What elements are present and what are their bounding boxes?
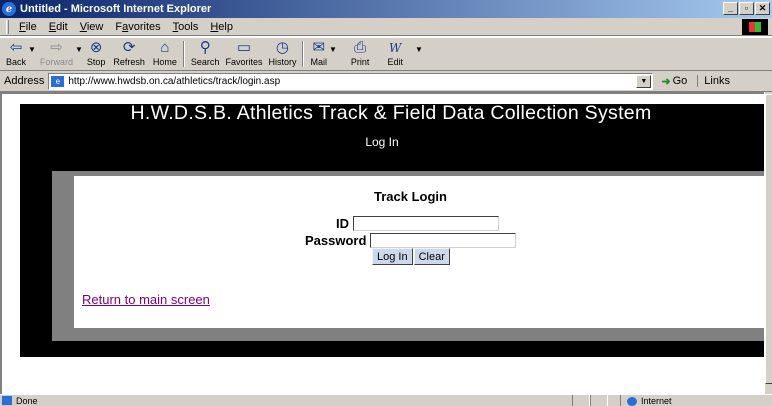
password-row: Password [305, 233, 517, 248]
history-icon: ◷ [275, 39, 290, 56]
id-input[interactable] [353, 216, 499, 231]
edit-dropdown-icon[interactable]: ▼ [415, 45, 423, 54]
mail-dropdown-icon[interactable]: ▼ [329, 45, 337, 54]
window-titlebar[interactable]: e Untitled - Microsoft Internet Explorer… [0, 0, 772, 18]
security-zone: Internet [620, 395, 770, 406]
address-dropdown-icon[interactable]: ▼ [636, 74, 652, 88]
id-row: ID [336, 216, 499, 231]
return-to-main-link[interactable]: Return to main screen [82, 292, 210, 307]
close-button[interactable]: ✕ [755, 2, 770, 15]
globe-icon [627, 396, 637, 406]
password-label: Password [305, 233, 367, 248]
scrollbar-thumb[interactable] [765, 94, 772, 384]
maximize-button[interactable]: ▫ [739, 2, 754, 15]
go-button[interactable]: ➜ Go [661, 75, 687, 88]
address-bar: Address e http://www.hwdsb.on.ca/athleti… [0, 71, 772, 92]
back-button[interactable]: ⇦ Back [6, 38, 26, 70]
toolbar-separator [302, 41, 305, 67]
window-title: Untitled - Microsoft Internet Explorer [20, 3, 212, 15]
menu-edit[interactable]: Edit [43, 21, 74, 33]
menu-favorites[interactable]: Favorites [109, 21, 166, 33]
status-pane [590, 395, 608, 406]
menu-file[interactable]: File [13, 21, 43, 33]
back-arrow-icon: ⇦ [9, 39, 23, 56]
page-icon: e [51, 75, 65, 87]
word-edit-icon: W [389, 41, 402, 55]
standard-toolbar: ⇦ Back ▼ ⇨ Forward ▼ ⊗ Stop ⟳ Refresh ⌂ … [0, 37, 772, 71]
menubar: File Edit View Favorites Tools Help [0, 18, 772, 36]
form-buttons: Log In Clear [372, 248, 450, 265]
links-button[interactable]: Links [697, 75, 730, 87]
home-icon: ⌂ [160, 39, 170, 56]
address-url[interactable]: http://www.hwdsb.on.ca/athletics/track/l… [68, 76, 636, 87]
clear-button[interactable]: Clear [413, 248, 450, 265]
status-pane [572, 395, 590, 406]
login-button[interactable]: Log In [372, 248, 413, 265]
id-label: ID [336, 216, 349, 231]
page-done-icon [2, 396, 12, 405]
refresh-button[interactable]: ⟳ Refresh [113, 38, 145, 70]
status-bar: Done Internet [0, 394, 772, 406]
status-text: Done [16, 395, 38, 406]
forward-arrow-icon: ⇨ [50, 39, 63, 56]
toolbar-separator [182, 41, 185, 67]
windows-logo-icon [742, 19, 768, 35]
back-dropdown-icon[interactable]: ▼ [28, 45, 36, 54]
favorites-folder-icon: ▭ [236, 39, 252, 56]
menubar-grip[interactable] [6, 19, 9, 34]
mail-button[interactable]: ✉ Mail [310, 38, 327, 70]
search-button[interactable]: ⚲ Search [191, 38, 220, 70]
vertical-scrollbar[interactable] [764, 92, 772, 394]
edit-button[interactable]: W Edit [387, 38, 403, 70]
nav-login-link[interactable]: Log In [20, 135, 744, 149]
stop-button[interactable]: ⊗ Stop [87, 38, 106, 70]
go-arrow-icon: ➜ [661, 75, 671, 88]
favorites-button[interactable]: ▭ Favorites [225, 38, 262, 70]
ie-logo-icon: e [2, 2, 16, 16]
form-title: Track Login [374, 189, 447, 204]
minimize-button[interactable]: _ [723, 2, 738, 15]
refresh-icon: ⟳ [122, 39, 136, 56]
site-title: H.W.D.S.B. Athletics Track & Field Data … [130, 102, 652, 124]
menu-tools[interactable]: Tools [167, 21, 205, 33]
page-viewport: H.W.D.S.B. Athletics Track & Field Data … [0, 92, 764, 394]
stop-icon: ⊗ [89, 39, 103, 56]
window-controls: _ ▫ ✕ [723, 2, 770, 15]
address-label: Address [4, 75, 45, 87]
search-icon: ⚲ [199, 39, 211, 56]
address-input[interactable]: e http://www.hwdsb.on.ca/athletics/track… [48, 72, 654, 90]
zone-text: Internet [641, 396, 672, 406]
forward-dropdown-icon[interactable]: ▼ [75, 45, 83, 54]
password-input[interactable] [370, 233, 517, 248]
printer-icon: ⎙ [354, 39, 367, 56]
forward-button[interactable]: ⇨ Forward [40, 38, 73, 70]
mail-icon: ✉ [312, 39, 326, 56]
history-button[interactable]: ◷ History [268, 38, 296, 70]
print-button[interactable]: ⎙ Print [351, 38, 370, 70]
menu-view[interactable]: View [74, 21, 110, 33]
menu-help[interactable]: Help [204, 21, 239, 33]
home-button[interactable]: ⌂ Home [153, 38, 177, 70]
status-panes [572, 395, 608, 406]
